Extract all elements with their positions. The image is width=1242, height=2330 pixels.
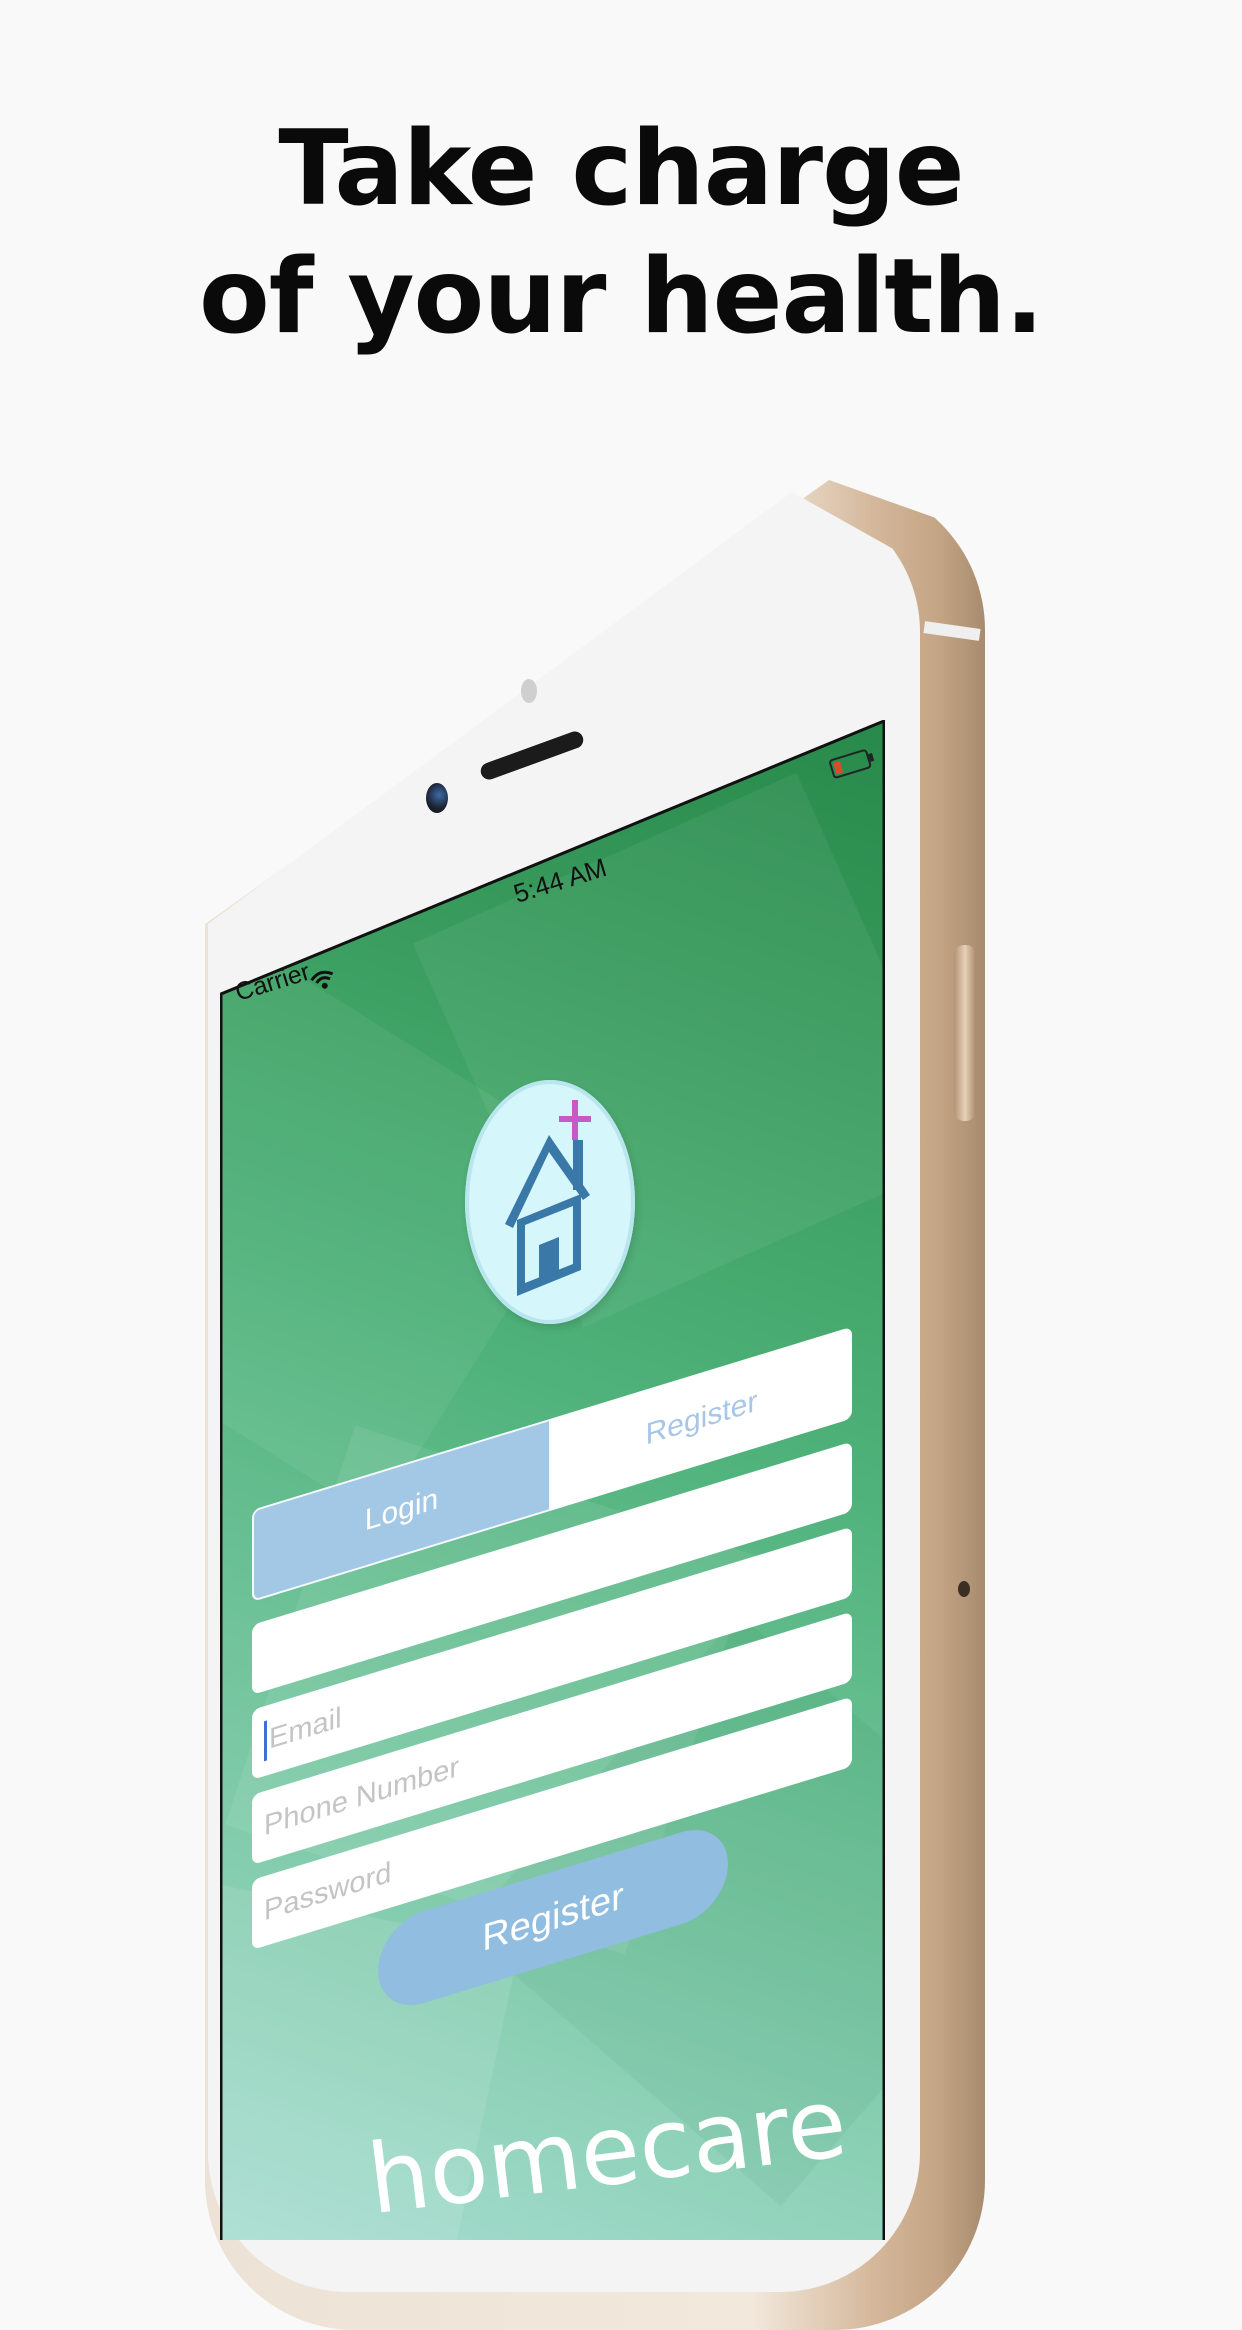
register-button-label: Register: [482, 1874, 624, 1960]
text-cursor: [264, 1720, 267, 1762]
tab-register-label: Register: [645, 1384, 758, 1452]
email-placeholder: Email: [269, 1701, 342, 1756]
proximity-sensor: [521, 679, 537, 703]
app-logo: [465, 1080, 635, 1324]
house-with-medical-cross-icon: [505, 1100, 591, 1296]
phone-mockup: Carrier 5:44 AM Login Register Email Pho…: [0, 0, 1242, 2330]
front-camera: [426, 783, 448, 813]
side-microphone-hole: [958, 1581, 970, 1597]
tab-login-label: Login: [364, 1482, 439, 1538]
side-button: [954, 945, 976, 1121]
